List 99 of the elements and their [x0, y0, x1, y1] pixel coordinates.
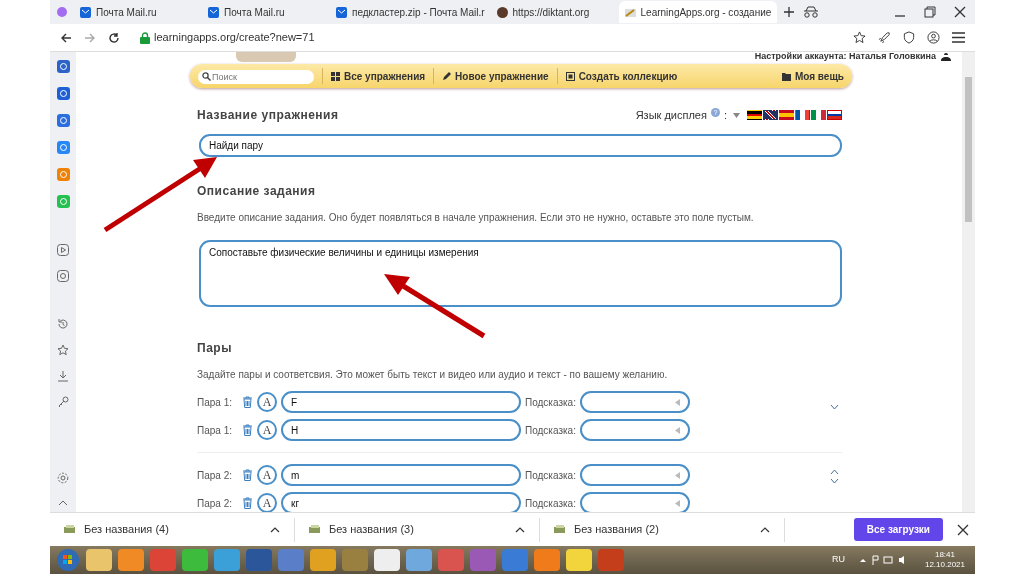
lock-icon	[140, 31, 150, 44]
download-name[interactable]: Без названия (4)	[84, 521, 262, 538]
search-icon	[202, 71, 211, 81]
toolbar-link[interactable]: Моя вещь	[794, 68, 844, 84]
section-hint: Задайте пары и соответсвия. Это может быть текст и видео или аудио и текст - по вашему желанию.	[197, 368, 669, 382]
title-field[interactable]: Найди пару	[199, 134, 842, 157]
history-icon[interactable]	[57, 318, 69, 330]
hint-label: Подсказка:	[525, 468, 576, 483]
file-icon	[64, 525, 76, 534]
url-text[interactable]: learningapps.org/create?new=71	[154, 29, 315, 46]
download-name[interactable]: Без названия (3)	[329, 521, 507, 538]
trash-icon[interactable]	[242, 497, 253, 509]
flag-icon[interactable]	[795, 110, 810, 120]
speaker-icon	[674, 426, 680, 434]
mail-favicon-icon	[208, 6, 219, 18]
toolbar-link[interactable]: Новое упражнение	[455, 68, 549, 84]
pair-field[interactable]: m	[281, 464, 521, 486]
settings-icon[interactable]	[57, 472, 69, 484]
browser-tab[interactable]: Почта Mail.ru	[202, 1, 330, 23]
file-icon	[554, 525, 566, 534]
menu-icon[interactable]	[952, 32, 965, 43]
hint-label: Подсказка:	[525, 423, 576, 438]
section-hint: Введите описание задания. Оно будет появляться в начале упражнения. Если это не нужно, оставьте это поле пустым.	[197, 211, 755, 225]
apps-favicon-icon	[624, 6, 636, 18]
browser-tab[interactable]: https://diktant.org	[490, 1, 619, 23]
mail-favicon-icon	[336, 6, 347, 18]
pair-field[interactable]: кг	[281, 492, 521, 512]
back-icon[interactable]	[60, 31, 72, 44]
hint-field[interactable]	[579, 419, 690, 441]
frame-icon	[565, 71, 575, 81]
pair-label: Пара 2:	[197, 496, 232, 511]
section-heading: Название упражнения	[197, 107, 339, 124]
language-indicator[interactable]: RU	[831, 553, 845, 567]
dropdown-icon[interactable]	[733, 112, 740, 118]
browser-tab[interactable]: LearningApps.org - создание	[618, 1, 778, 23]
chevron-up-icon[interactable]	[515, 526, 525, 533]
browser-tab[interactable]: Почта Mail.ru	[74, 1, 202, 23]
hint-field[interactable]	[579, 464, 690, 486]
chevron-up-icon[interactable]	[270, 526, 280, 533]
speaker-icon	[674, 398, 680, 406]
trash-icon[interactable]	[242, 469, 253, 481]
hint-label: Подсказка:	[525, 496, 576, 511]
speaker-icon	[674, 471, 680, 479]
trash-icon[interactable]	[242, 424, 253, 436]
pair-label: Пара 1:	[197, 395, 232, 410]
chevron-down-icon[interactable]	[830, 404, 840, 410]
grid-icon	[331, 71, 340, 81]
site-favicon-icon	[496, 6, 508, 18]
section-heading: Пары	[197, 340, 233, 357]
download-name[interactable]: Без названия (2)	[574, 521, 752, 538]
clock-time[interactable]: 18:41	[934, 550, 955, 560]
pair-field[interactable]: Н	[281, 419, 521, 441]
pencil-icon	[442, 71, 452, 81]
logo-picture	[236, 52, 296, 62]
account-icon[interactable]	[927, 31, 940, 44]
account-settings-link[interactable]: Настройки аккаунта: Наталья Головкина	[754, 52, 936, 61]
trash-icon[interactable]	[242, 396, 253, 408]
toolbar-link[interactable]: Создать коллекцию	[578, 68, 678, 84]
chevron-up-icon[interactable]	[760, 526, 770, 533]
star-icon[interactable]	[853, 31, 866, 44]
clock-date[interactable]: 12.10.2021	[924, 560, 965, 570]
section-heading: Описание задания	[197, 183, 317, 200]
font-button[interactable]: A	[257, 493, 277, 512]
shield-icon[interactable]	[903, 31, 915, 44]
key-icon[interactable]	[57, 396, 69, 408]
hint-field[interactable]	[579, 492, 690, 512]
font-button[interactable]: A	[257, 420, 277, 440]
search-field[interactable]: Поиск	[198, 69, 314, 84]
pair-label: Пара 2:	[197, 468, 232, 483]
user-icon	[940, 53, 952, 61]
pair-field[interactable]: F	[281, 391, 521, 413]
circle-icon[interactable]	[57, 270, 69, 282]
file-icon	[309, 525, 321, 534]
flag-icon[interactable]	[763, 110, 778, 120]
hint-label: Подсказка:	[525, 395, 576, 410]
download-icon[interactable]	[57, 370, 69, 382]
font-button[interactable]: A	[257, 392, 277, 412]
star-icon[interactable]	[57, 344, 69, 356]
colon-text: :	[723, 107, 727, 123]
language-label: Язык дисплея	[635, 107, 707, 123]
start-icon[interactable]	[56, 548, 80, 572]
close-icon[interactable]	[957, 523, 969, 536]
speaker-icon	[674, 499, 680, 507]
pair-label: Пара 1:	[197, 423, 232, 438]
mail-favicon-icon	[80, 6, 91, 18]
browser-tab[interactable]: педкластер.zip - Почта Mail.r	[330, 1, 491, 23]
flag-icon[interactable]	[827, 110, 842, 120]
description-field[interactable]: Сопоставьте физические величины и единицы измерения	[199, 240, 842, 307]
forward-icon[interactable]	[84, 31, 96, 44]
hint-field[interactable]	[579, 391, 690, 413]
chevron-down-icon[interactable]	[830, 478, 840, 484]
toolbar-link[interactable]: Все упражнения	[344, 68, 426, 84]
all-downloads-button[interactable]: Все загрузки	[853, 518, 943, 541]
scrollbar-thumb[interactable]	[965, 77, 972, 222]
font-button[interactable]: A	[257, 465, 277, 485]
play-icon[interactable]	[57, 244, 69, 256]
reload-icon[interactable]	[108, 31, 120, 44]
flag-icon[interactable]	[747, 110, 762, 120]
folder-icon	[781, 71, 791, 81]
